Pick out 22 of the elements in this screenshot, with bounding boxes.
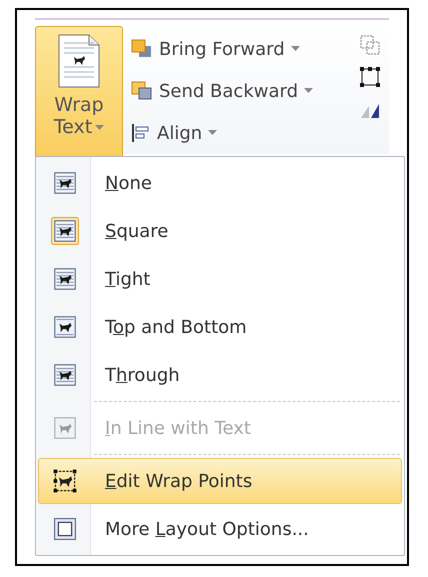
caret-icon xyxy=(304,88,314,94)
layout-frame-icon xyxy=(54,518,76,540)
menu-item[interactable]: Through xyxy=(38,352,402,398)
caret-icon xyxy=(290,46,300,52)
menu-item[interactable]: Top and Bottom xyxy=(38,304,402,350)
selection-handles-icon[interactable] xyxy=(359,66,381,88)
ribbon-command[interactable]: Send Backward xyxy=(131,72,351,110)
ribbon-command[interactable]: Align xyxy=(131,114,351,152)
document-icon xyxy=(57,33,101,89)
align-icon xyxy=(131,123,151,143)
ribbon-command[interactable]: Bring Forward xyxy=(131,30,351,68)
menu-item[interactable]: Square xyxy=(38,208,402,254)
layers-icon xyxy=(131,39,153,59)
menu-item[interactable]: Tight xyxy=(38,256,402,302)
caret-icon xyxy=(208,130,218,136)
menu-item[interactable]: Edit Wrap Points xyxy=(38,458,402,504)
menu-item[interactable]: More Layout Options... xyxy=(38,506,402,552)
menu-item[interactable]: None xyxy=(38,160,402,206)
layers-icon xyxy=(131,81,153,101)
caret-icon xyxy=(95,124,104,131)
wrap-points-icon xyxy=(53,469,77,493)
group-icon[interactable] xyxy=(359,34,381,56)
